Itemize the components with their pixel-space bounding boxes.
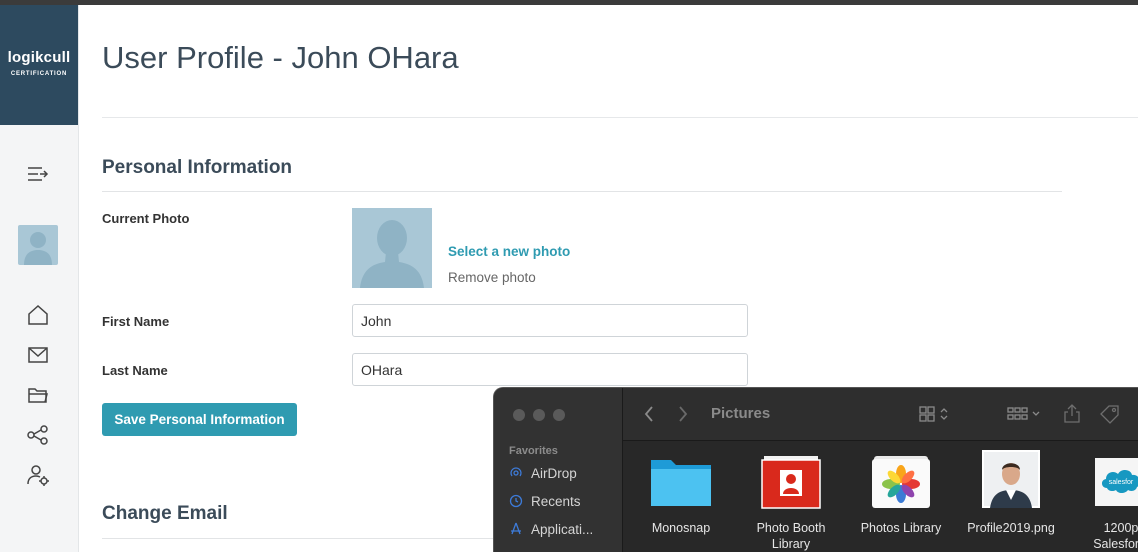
remove-photo-link[interactable]: Remove photo <box>448 270 536 285</box>
sidebar-item-applications[interactable]: Applicati... <box>509 522 593 537</box>
sidebar: logikcull CERTIFICATION <box>0 5 79 552</box>
finder-toolbar: Pictures <box>623 388 1138 441</box>
photo-booth-icon <box>761 456 821 509</box>
section-heading-email: Change Email <box>102 503 228 524</box>
share-icon[interactable] <box>26 423 50 447</box>
logo[interactable]: logikcull CERTIFICATION <box>0 5 78 125</box>
tag-icon[interactable] <box>1099 404 1121 424</box>
group-by-icon[interactable] <box>1007 405 1045 423</box>
logo-subtitle: CERTIFICATION <box>10 71 68 77</box>
folder-icon <box>651 460 711 506</box>
sidebar-item-label: Recents <box>531 494 581 509</box>
forward-icon[interactable] <box>677 405 689 423</box>
applications-icon <box>511 522 521 535</box>
sidebar-item-label: AirDrop <box>531 466 577 481</box>
favorites-label: Favorites <box>509 445 558 457</box>
file-name: Photos Library <box>860 521 942 535</box>
back-icon[interactable] <box>643 405 655 423</box>
finder-window[interactable]: Favorites AirDrop Recents Applicati... P… <box>493 387 1138 552</box>
sidebar-item-airdrop[interactable]: AirDrop <box>509 466 577 481</box>
sidebar-item-label: Applicati... <box>531 522 594 537</box>
profile-silhouette-icon <box>360 220 424 288</box>
expand-menu-icon[interactable] <box>26 162 50 186</box>
select-photo-link[interactable]: Select a new photo <box>448 244 570 259</box>
image-thumbnail <box>982 450 1040 508</box>
top-bar <box>0 0 1138 5</box>
current-photo <box>352 208 432 288</box>
avatar[interactable] <box>18 225 58 265</box>
view-grid-icon[interactable] <box>919 405 953 423</box>
save-personal-info-button[interactable]: Save Personal Information <box>102 403 297 436</box>
file-name: Photo Booth Library <box>756 521 826 551</box>
mail-icon[interactable] <box>26 343 50 367</box>
first-name-label: First Name <box>102 314 170 329</box>
divider <box>102 191 1062 192</box>
file-name: 1200p Salesfor... <box>1093 521 1138 551</box>
file-item[interactable]: Profile2019.png <box>961 450 1061 535</box>
file-item[interactable]: Monosnap <box>631 450 731 535</box>
clock-icon <box>509 494 523 508</box>
share-icon[interactable] <box>1063 402 1081 424</box>
section-heading-personal: Personal Information <box>102 157 293 178</box>
folder-icon[interactable] <box>26 383 50 407</box>
close-window-button[interactable] <box>513 409 525 421</box>
finder-title: Pictures <box>711 405 771 422</box>
file-item[interactable]: salesfor 1200p Salesfor... <box>1071 450 1138 551</box>
file-name: Profile2019.png <box>967 521 1055 535</box>
last-name-input[interactable] <box>352 353 748 386</box>
first-name-input[interactable] <box>352 304 748 337</box>
home-icon[interactable] <box>26 303 50 327</box>
file-name: Monosnap <box>651 521 711 535</box>
salesforce-icon: salesfor <box>1095 458 1138 506</box>
svg-text:salesfor: salesfor <box>1109 479 1134 486</box>
page-title: User Profile - John OHara <box>102 40 459 75</box>
logo-name: logikcull <box>7 49 71 66</box>
sidebar-item-recents[interactable]: Recents <box>509 494 581 509</box>
divider <box>102 117 1138 118</box>
finder-sidebar: Favorites AirDrop Recents Applicati... <box>494 388 623 552</box>
file-item[interactable]: Photo Booth Library <box>741 450 841 551</box>
user-settings-icon[interactable] <box>26 463 50 487</box>
zoom-window-button[interactable] <box>553 409 565 421</box>
last-name-label: Last Name <box>102 363 168 378</box>
avatar-silhouette-icon <box>24 232 52 265</box>
minimize-window-button[interactable] <box>533 409 545 421</box>
file-item[interactable]: Photos Library <box>851 450 951 535</box>
current-photo-label: Current Photo <box>102 211 190 226</box>
photos-icon <box>872 456 930 508</box>
airdrop-icon <box>510 467 522 477</box>
